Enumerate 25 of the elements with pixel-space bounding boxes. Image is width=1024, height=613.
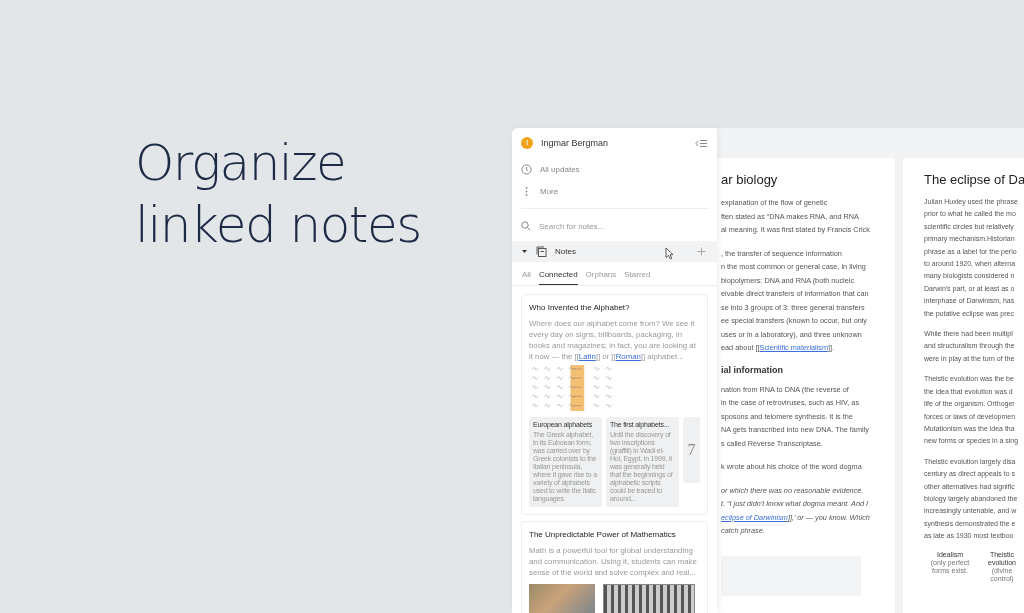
note-card[interactable] xyxy=(521,294,708,515)
nav-item[interactable]: All updates xyxy=(512,158,717,180)
tab[interactable]: Starred xyxy=(624,268,651,285)
search-field[interactable]: Search for notes... xyxy=(539,221,679,231)
headline: linked notes xyxy=(135,195,422,256)
add-icon[interactable] xyxy=(697,247,706,256)
photo-placeholder xyxy=(529,584,595,613)
notes-section-header[interactable]: Notes xyxy=(512,241,717,262)
collapse-sidebar-icon[interactable] xyxy=(695,138,708,148)
note-title: The Unpredictable Power of Mathematics xyxy=(529,530,677,539)
search-icon xyxy=(521,221,531,231)
user-name[interactable]: Ingmar Bergman xyxy=(541,138,687,148)
nav-item[interactable]: More xyxy=(512,180,717,202)
more-notes-count[interactable]: 7 xyxy=(683,417,700,483)
tab[interactable]: Connected xyxy=(538,268,578,285)
document-title: ar biology xyxy=(721,171,779,189)
section-heading: ial information xyxy=(721,364,784,375)
caret-icon[interactable] xyxy=(521,248,528,255)
tab[interactable]: All xyxy=(522,268,531,285)
cursor-icon xyxy=(665,247,674,260)
clock-icon xyxy=(521,163,532,175)
tab[interactable]: Orphans xyxy=(585,268,617,285)
headline: Organize xyxy=(135,133,347,194)
note-title: Who Invented the Alphabet? xyxy=(529,303,631,312)
notes-icon xyxy=(536,246,547,257)
